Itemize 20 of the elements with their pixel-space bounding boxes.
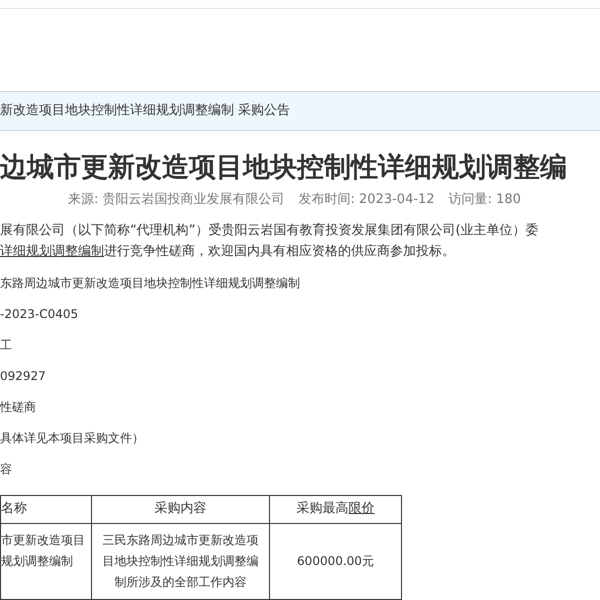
breadcrumb-text: 新改造项目地块控制性详细规划调整编制 采购公告 bbox=[0, 102, 290, 120]
info-text: 性磋商 bbox=[0, 399, 36, 416]
table-cell: 三民东路周边城市更新改造项目地块控制性详细规划调整编制所涉及的全部工作内容 bbox=[92, 523, 270, 599]
column-header: 采购最高限价 bbox=[270, 495, 402, 523]
info-text: 东路周边城市更新改造项目地块控制性详细规划调整编制 bbox=[0, 275, 300, 292]
table-cell: 市更新改造项目规划调整编制 bbox=[0, 523, 92, 599]
paragraph-text: 详细规划调整编制进行竞争性磋商，欢迎国内具有相应资格的供应商参加投标。 bbox=[0, 242, 456, 260]
info-text: 工 bbox=[0, 337, 12, 354]
info-text: 092927 bbox=[0, 368, 46, 385]
column-header: 名称 bbox=[0, 495, 92, 523]
paragraph-text: 展有限公司（以下简称“代理机构”）受贵阳云岩国有教育投资发展集团有限公司(业主单位）委 bbox=[0, 222, 540, 240]
article-title: 边城市更新改造项目地块控制性详细规划调整编 bbox=[0, 151, 567, 185]
meta-text: 访问量: 180 bbox=[448, 191, 521, 209]
info-text: 容 bbox=[0, 461, 12, 478]
table-cell: 600000.00元 bbox=[270, 523, 402, 599]
info-text: -2023-C0405 bbox=[0, 306, 78, 323]
meta-text: 发布时间: 2023-04-12 bbox=[298, 191, 435, 209]
info-text: 具体详见本项目采购文件） bbox=[0, 430, 144, 447]
meta-text: 来源: 贵阳云岩国投商业发展有限公司 bbox=[68, 191, 285, 209]
column-header: 采购内容 bbox=[92, 495, 270, 523]
